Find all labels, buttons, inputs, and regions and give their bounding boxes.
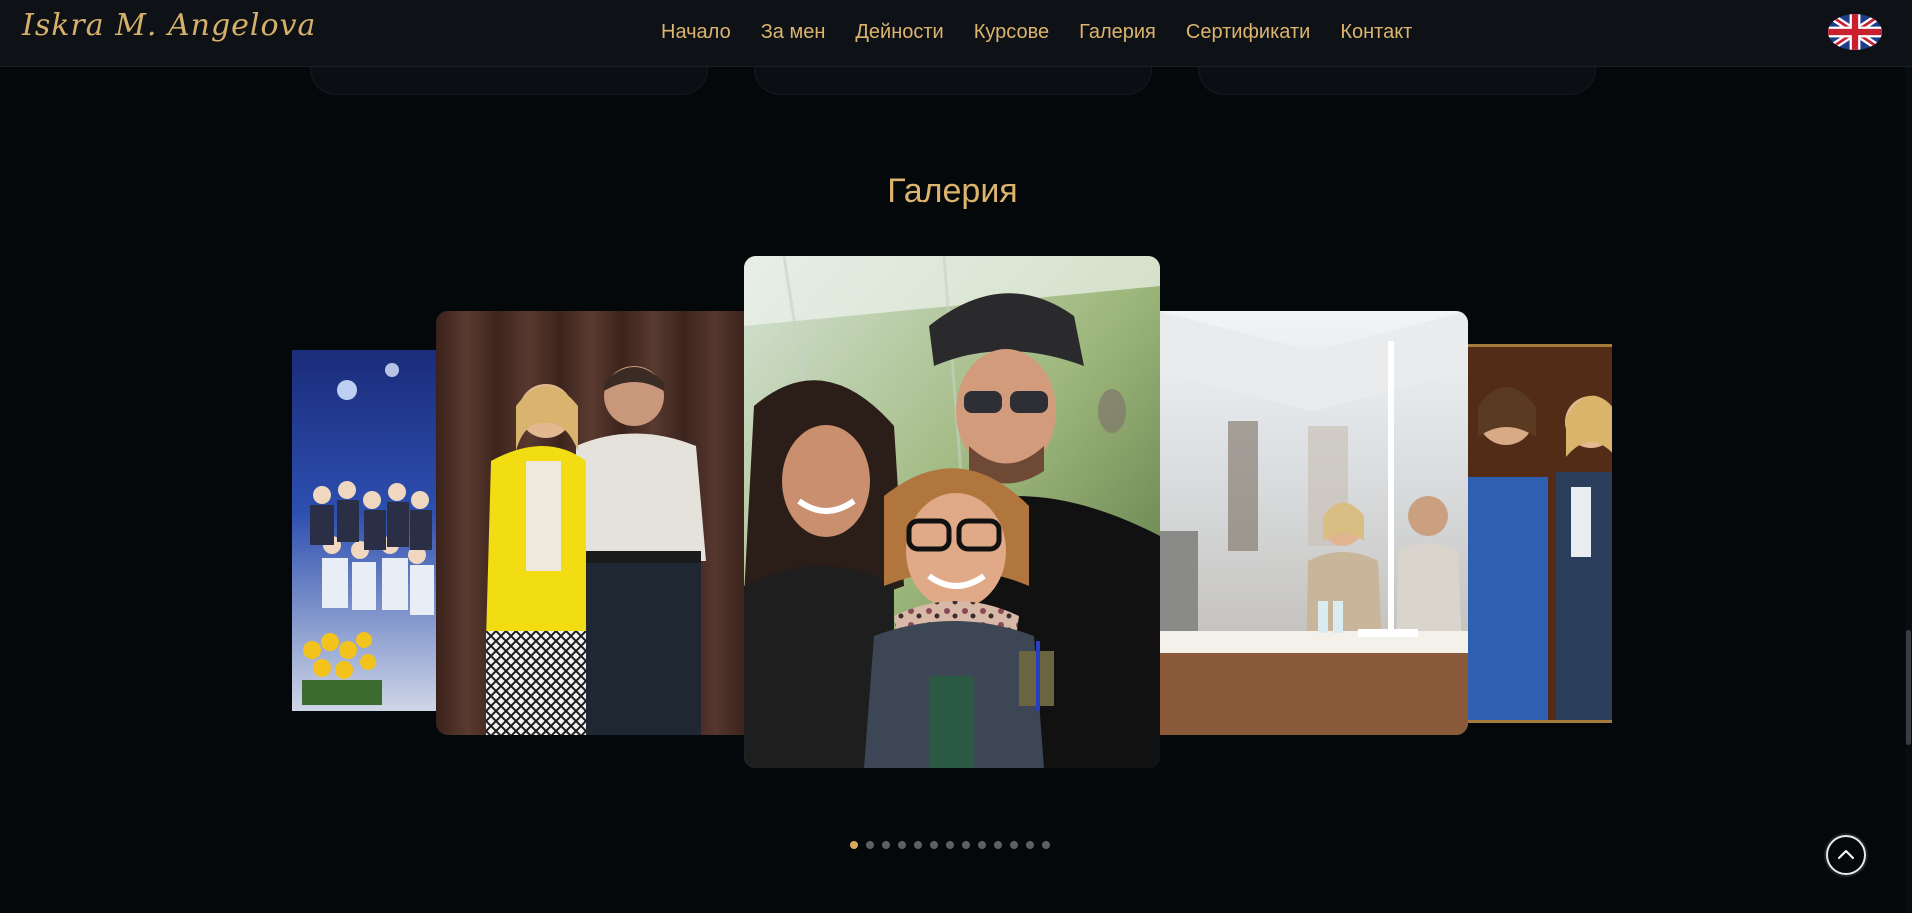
gallery-slide-outdoor-tent-table[interactable] (1158, 311, 1468, 735)
pagination-dot[interactable] (882, 841, 890, 849)
nav-item-certificates[interactable]: Сертификати (1186, 21, 1310, 44)
pagination-dot[interactable] (1010, 841, 1018, 849)
pagination-dot[interactable] (850, 841, 858, 849)
nav-item-activities[interactable]: Дейности (855, 21, 943, 44)
nav-item-gallery[interactable]: Галерия (1079, 21, 1156, 44)
pagination-dot[interactable] (866, 841, 874, 849)
pagination-dot[interactable] (930, 841, 938, 849)
gallery-slide-three-friends[interactable] (744, 256, 1160, 768)
gallery-pagination (850, 841, 1058, 849)
pagination-dot[interactable] (914, 841, 922, 849)
pagination-dot[interactable] (946, 841, 954, 849)
nav-item-courses[interactable]: Курсове (974, 21, 1049, 44)
pagination-dot[interactable] (1026, 841, 1034, 849)
scrollbar-track[interactable] (1905, 66, 1912, 913)
pagination-dot[interactable] (898, 841, 906, 849)
site-logo[interactable]: Iskra M. Angelova (22, 8, 316, 43)
gallery-slide-group-stage[interactable] (292, 350, 438, 711)
gallery-slide-yellow-blazer-couple[interactable] (436, 311, 746, 735)
pagination-dot[interactable] (978, 841, 986, 849)
gallery-slide-blue-suit-women[interactable] (1466, 344, 1612, 723)
scrollbar-thumb[interactable] (1906, 630, 1911, 745)
nav-item-home[interactable]: Начало (661, 21, 731, 44)
nav-item-contact[interactable]: Контакт (1340, 21, 1412, 44)
main-nav: Начало За мен Дейности Курсове Галерия С… (661, 0, 1412, 64)
pagination-dot[interactable] (1042, 841, 1050, 849)
site-header: Iskra M. Angelova Начало За мен Дейности… (0, 0, 1912, 67)
gallery-title: Галерия (887, 172, 1018, 210)
chevron-up-icon (1838, 850, 1854, 859)
pagination-dot[interactable] (962, 841, 970, 849)
nav-item-about[interactable]: За мен (761, 21, 826, 44)
back-to-top-button[interactable] (1826, 835, 1866, 875)
pagination-dot[interactable] (994, 841, 1002, 849)
uk-flag-icon[interactable] (1828, 14, 1882, 50)
